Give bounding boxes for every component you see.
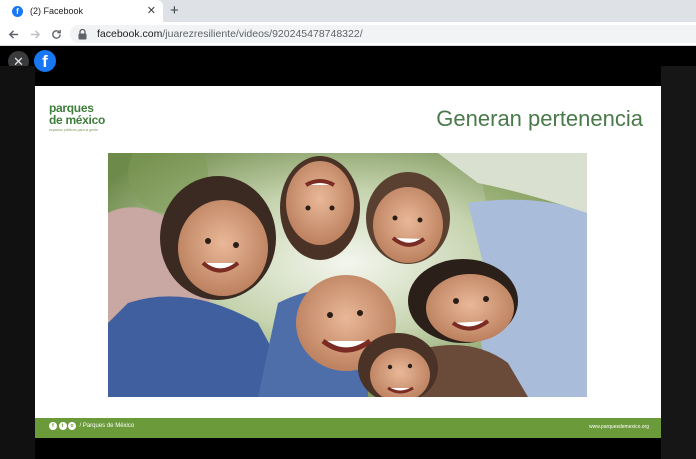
left-dark-strip [0, 66, 35, 459]
forward-button[interactable] [26, 22, 44, 46]
group-photo-image [108, 153, 587, 397]
address-bar[interactable]: facebook.com/juarezresiliente/videos/920… [70, 25, 696, 43]
footer-url: www.parquesdemexico.org [588, 424, 649, 430]
slide-title: Generan pertenencia [436, 106, 643, 131]
tab-strip: f (2) Facebook ✕ + [0, 0, 696, 22]
url-text: facebook.com/juarezresiliente/videos/920… [97, 28, 363, 40]
group-photo [108, 153, 587, 397]
back-arrow-icon [8, 29, 18, 39]
video-viewer: ✕ f parques de méxico espacios públicos … [0, 46, 696, 459]
back-button[interactable] [4, 22, 22, 46]
reload-button[interactable] [47, 22, 65, 46]
lock-icon[interactable] [78, 27, 90, 41]
twitter-icon: t [58, 422, 67, 430]
footer-band: f t o / Parques de México www.parquesdem… [35, 418, 661, 438]
facebook-favicon-icon: f [12, 5, 23, 17]
tab-close-icon[interactable]: ✕ [147, 5, 156, 17]
facebook-icon: f [49, 422, 57, 430]
browser-toolbar: facebook.com/juarezresiliente/videos/920… [0, 22, 696, 46]
logo-line-2: de méxico [49, 113, 105, 127]
footer-label: / Parques de México [79, 423, 135, 429]
reload-icon [51, 29, 61, 39]
new-tab-button[interactable]: + [170, 2, 179, 20]
forward-arrow-icon [30, 29, 40, 39]
browser-tab[interactable]: f (2) Facebook ✕ [0, 0, 163, 22]
right-dark-strip [661, 66, 696, 459]
social-links: f t o / Parques de México [49, 422, 134, 430]
instagram-icon: o [68, 422, 76, 430]
parques-de-mexico-logo: parques de méxico espacios públicos para… [49, 102, 119, 134]
logo-tagline: espacios públicos para la gente [49, 128, 99, 132]
video-slide[interactable]: parques de méxico espacios públicos para… [35, 86, 661, 438]
facebook-logo-icon[interactable]: f [34, 50, 56, 72]
tab-title: (2) Facebook [30, 6, 84, 16]
